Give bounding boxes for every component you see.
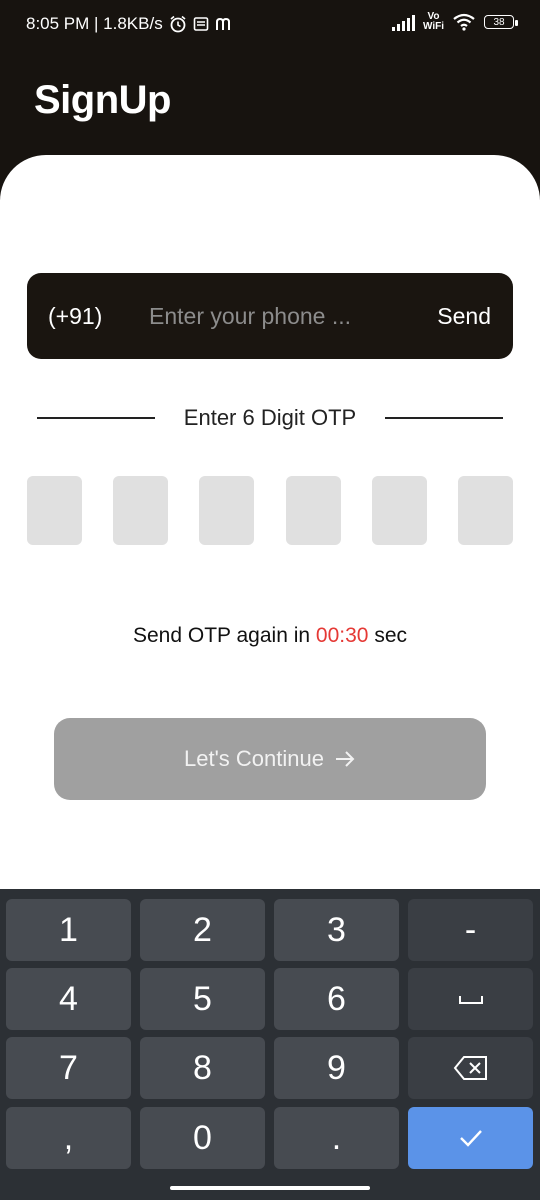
send-otp-button[interactable]: Send <box>437 303 491 330</box>
gesture-nav-handle[interactable] <box>170 1186 370 1190</box>
check-icon <box>459 1130 482 1147</box>
key-backspace[interactable] <box>408 1037 533 1099</box>
otp-box-6[interactable] <box>458 476 513 545</box>
backspace-icon <box>453 1056 487 1080</box>
otp-box-3[interactable] <box>199 476 254 545</box>
phone-field: (+91) Send <box>27 273 513 359</box>
phone-input[interactable] <box>149 299 419 333</box>
otp-box-2[interactable] <box>113 476 168 545</box>
signup-screen: 8:05 PM | 1.8KB/s Vo WiFi 38 SignUp (+91… <box>0 0 540 1200</box>
key-5[interactable]: 5 <box>140 968 265 1030</box>
vowifi-icon: Vo WiFi <box>423 12 444 32</box>
key-done[interactable] <box>408 1107 533 1169</box>
status-bar: 8:05 PM | 1.8KB/s Vo WiFi 38 <box>0 0 540 48</box>
otp-box-1[interactable] <box>27 476 82 545</box>
arrow-right-icon <box>335 751 355 767</box>
alarm-icon <box>170 15 186 33</box>
key-comma[interactable]: , <box>6 1107 131 1169</box>
continue-button[interactable]: Let's Continue <box>54 718 486 800</box>
signal-icon <box>391 13 415 31</box>
space-icon <box>458 996 483 1004</box>
resend-row: Send OTP again in 00:30 sec <box>0 624 540 648</box>
key-4[interactable]: 4 <box>6 968 131 1030</box>
resend-prefix: Send OTP again in <box>132 624 311 647</box>
key-6[interactable]: 6 <box>274 968 399 1030</box>
wifi-icon <box>453 13 475 31</box>
vowifi-bottom: WiFi <box>422 21 444 32</box>
continue-label: Let's Continue <box>184 746 324 771</box>
status-time: 8:05 PM | 1.8KB/s <box>26 14 163 33</box>
key-minus[interactable]: - <box>408 899 533 961</box>
key-1[interactable]: 1 <box>6 899 131 961</box>
battery-level: 38 <box>493 17 505 28</box>
notification-icon <box>193 17 209 31</box>
key-period[interactable]: . <box>274 1107 399 1169</box>
key-9[interactable]: 9 <box>274 1037 399 1099</box>
key-2[interactable]: 2 <box>140 899 265 961</box>
otp-boxes <box>27 476 513 545</box>
otp-box-5[interactable] <box>372 476 427 545</box>
m-icon <box>215 17 230 30</box>
otp-divider: Enter 6 Digit OTP <box>37 405 503 435</box>
key-0[interactable]: 0 <box>140 1107 265 1169</box>
key-8[interactable]: 8 <box>140 1037 265 1099</box>
key-7[interactable]: 7 <box>6 1037 131 1099</box>
numeric-keyboard: 1 2 3 - 4 5 6 7 8 9 , 0 . <box>0 889 540 1200</box>
status-right: Vo WiFi 38 <box>391 12 518 32</box>
status-left: 8:05 PM | 1.8KB/s <box>26 14 233 34</box>
resend-suffix: sec <box>374 624 407 647</box>
otp-box-4[interactable] <box>286 476 341 545</box>
page-title: SignUp <box>34 78 171 122</box>
battery-icon: 38 <box>484 15 518 29</box>
resend-timer: 00:30 <box>315 624 369 647</box>
key-3[interactable]: 3 <box>274 899 399 961</box>
key-space[interactable] <box>408 968 533 1030</box>
country-code: (+91) <box>48 303 103 329</box>
divider-line-right <box>385 417 503 419</box>
